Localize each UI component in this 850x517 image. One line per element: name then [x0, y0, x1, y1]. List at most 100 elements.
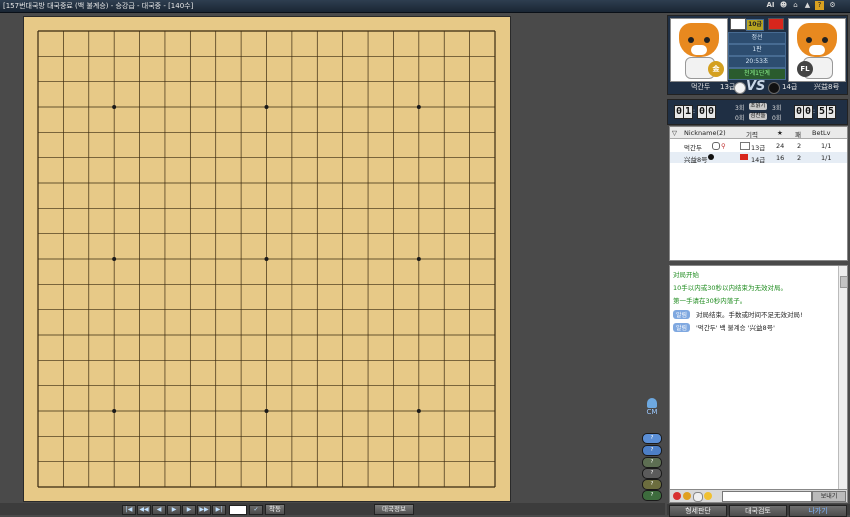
right-player-name: 兴益8号	[814, 83, 840, 91]
star-point	[416, 409, 421, 413]
chat-scrollbar[interactable]	[838, 266, 848, 489]
filter-icon[interactable]: ▽	[672, 129, 677, 137]
left-bonus-count: 0회	[735, 115, 745, 122]
next-move-button[interactable]: ▶	[182, 505, 196, 515]
last-move-button[interactable]: ▶|	[212, 505, 226, 515]
chat-input[interactable]	[722, 491, 812, 502]
row-betlv: 1/1	[821, 142, 832, 150]
system-message-text: '먹간두' 백 불계승 '兴益8号'	[696, 324, 775, 332]
row-rank: 14급	[751, 156, 766, 164]
emoji-face-icon[interactable]	[704, 492, 712, 500]
location-icon: ⚲	[721, 142, 726, 150]
row-loss: 2	[797, 142, 802, 150]
player-row[interactable]: 먹간두 ⚲ 13급 24 2 1/1	[670, 140, 847, 152]
tab-exit[interactable]: 나가기	[789, 505, 847, 517]
row-loss: 2	[797, 154, 802, 162]
row-star: 24	[776, 142, 785, 150]
header-star[interactable]: ★	[777, 129, 783, 137]
chat-line: 第一手请在30秒内落子。	[673, 297, 747, 305]
china-flag-icon	[740, 154, 748, 160]
system-badge: 알림	[673, 310, 691, 319]
prev-ten-button[interactable]: ◀◀	[137, 505, 151, 515]
side-pill-1[interactable]: ?	[642, 433, 662, 444]
move-number-input[interactable]	[229, 505, 247, 515]
ai-icon[interactable]: AI	[766, 1, 775, 10]
header-rank[interactable]: 기력	[746, 129, 758, 139]
header-nickname[interactable]: Nickname(2)	[684, 129, 726, 137]
left-player-avatar[interactable]: 金	[670, 18, 728, 82]
right-bonus-count: 0회	[772, 115, 782, 122]
korea-flag-icon	[730, 18, 746, 30]
row-nickname: 兴益8号	[684, 156, 708, 164]
goto-button[interactable]: 착동	[265, 504, 285, 515]
right-player-avatar[interactable]: FL	[788, 18, 846, 82]
handicap-label: 정선	[728, 32, 786, 44]
side-pill-3[interactable]: ?	[642, 457, 662, 468]
person-icon	[647, 398, 657, 408]
white-stone-icon	[734, 82, 746, 94]
right-player-rank: 14급	[782, 83, 798, 91]
board-grid	[37, 30, 496, 488]
side-pill-6[interactable]: ?	[642, 490, 662, 501]
header-loss[interactable]: 패	[795, 129, 801, 139]
header-betlv[interactable]: BetLv	[812, 129, 830, 137]
chat-input-row: 보내기	[669, 489, 848, 503]
korea-flag-icon	[740, 142, 750, 150]
bonus-stone-button[interactable]: 점찬돌	[749, 113, 767, 120]
chat-line: 对局开始	[673, 271, 699, 279]
side-pill-2[interactable]: ?	[642, 445, 662, 456]
tab-game-review[interactable]: 대국검토	[729, 505, 787, 517]
emoji-chat-icon[interactable]	[693, 492, 703, 502]
left-player-name: 먹간두	[691, 83, 711, 91]
star-point	[264, 409, 269, 413]
prev-move-button[interactable]: ◀	[152, 505, 166, 515]
confirm-icon[interactable]: ✓	[249, 505, 263, 515]
star-point	[264, 105, 269, 109]
system-message: 알림 '먹간두' 백 불계승 '兴益8号'	[673, 322, 775, 332]
play-button[interactable]: ▶	[167, 505, 181, 515]
title-bar: [157번대국방 대국중료 (백 불계승) - 승강급 - 대국중 - [140…	[0, 0, 850, 13]
game-count-label: 1판	[728, 44, 786, 56]
side-pill-4[interactable]: ?	[642, 468, 662, 479]
overtime-button[interactable]: 초읽기	[749, 103, 767, 110]
shirt-icon[interactable]: ▲	[803, 1, 812, 10]
vs-label: VS	[746, 79, 766, 94]
first-move-button[interactable]: |◀	[122, 505, 136, 515]
left-overtime-count: 3회	[735, 105, 745, 112]
side-pill-5[interactable]: ?	[642, 479, 662, 490]
right-overtime-count: 3회	[772, 105, 782, 112]
game-info-button[interactable]: 대국정보	[374, 504, 414, 515]
china-flag-icon	[768, 18, 784, 30]
bottom-tabs: 형세판단 대국검토 나가기	[667, 504, 850, 517]
replay-toolbar: |◀ ◀◀ ◀ ▶ ▶ ▶▶ ▶| ✓ 착동 대국정보	[0, 503, 665, 515]
match-info: 10급 정선 1판 20:53초 천계1단계	[726, 18, 786, 80]
chat-line: 10手以内或30秒以内结束为无效对局。	[673, 284, 788, 292]
right-player-badge: FL	[797, 61, 813, 77]
home-icon[interactable]: ⌂	[791, 1, 800, 10]
right-clock-digit: 0	[803, 105, 813, 119]
send-button[interactable]: 보내기	[812, 491, 846, 502]
tab-position-analysis[interactable]: 형세판단	[669, 505, 727, 517]
cm-label: CM	[646, 408, 658, 416]
settings-icon[interactable]: ⚙	[828, 1, 837, 10]
row-betlv: 1/1	[821, 154, 832, 162]
match-level: 10급	[746, 19, 764, 31]
user-icon[interactable]: ☻	[779, 1, 788, 10]
help-icon[interactable]: ?	[815, 1, 824, 10]
window-title: [157번대국방 대국중료 (백 불계승) - 승강급 - 대국중 - [140…	[3, 2, 194, 10]
star-point	[112, 409, 117, 413]
fox-avatar-icon	[797, 23, 837, 57]
emoji-smile-icon[interactable]	[683, 492, 691, 500]
star-point	[416, 105, 421, 109]
black-stone-icon	[708, 154, 714, 160]
game-clock: 0 1 : 0 0 3회 초읽기 3회 0회 점찬돌 0회 0 0 : 5 5	[667, 99, 848, 125]
chat-log[interactable]: 对局开始 10手以内或30秒以内结束为无效对局。 第一手请在30秒内落子。 알림…	[669, 265, 848, 490]
go-board[interactable]	[23, 16, 511, 502]
cm-tool[interactable]: CM	[643, 398, 661, 416]
next-ten-button[interactable]: ▶▶	[197, 505, 211, 515]
row-nickname: 먹간두	[684, 144, 702, 152]
system-message: 알림 对局结束。手数或时间不足无效对局!	[673, 309, 803, 319]
player-row[interactable]: 兴益8号 14급 16 2 1/1	[670, 152, 847, 164]
system-message-text: 对局结束。手数或时间不足无效对局!	[696, 311, 803, 319]
emoji-red-icon[interactable]	[673, 492, 681, 500]
